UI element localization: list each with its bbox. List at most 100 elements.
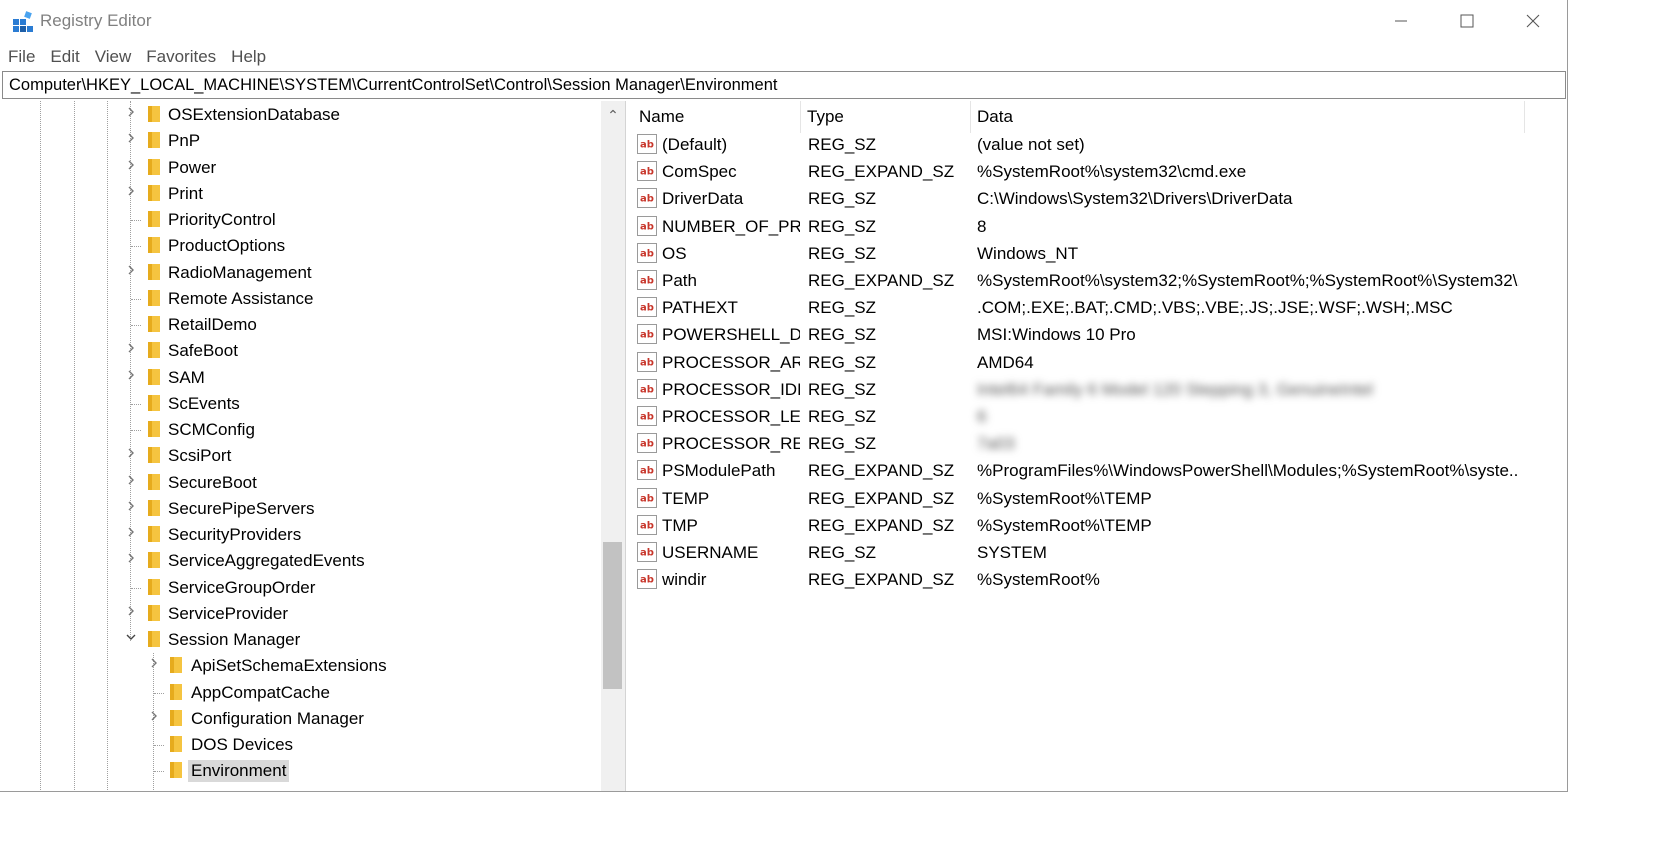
tree-item[interactable]: ScsiPort [2,443,600,469]
folder-icon [146,499,161,517]
value-row[interactable]: ab Path REG_EXPAND_SZ %SystemRoot%\system32… [633,267,1566,294]
column-header-type[interactable]: Type [801,101,971,133]
value-type: REG_SZ [808,135,877,154]
value-row[interactable]: ab PROCESSOR_RE... REG_SZ 7a03 [633,430,1566,457]
chevron-down-icon[interactable] [124,631,138,647]
minimize-button[interactable] [1368,0,1434,42]
value-row[interactable]: ab NUMBER_OF_PR... REG_SZ 8 [633,213,1566,240]
address-bar[interactable]: Computer\HKEY_LOCAL_MACHINE\SYSTEM\Curre… [2,71,1566,99]
value-row[interactable]: ab POWERSHELL_DI... REG_SZ MSI:Windows 10 P… [633,321,1566,348]
tree-item[interactable]: Remote Assistance [2,286,600,312]
menu-edit[interactable]: Edit [42,44,86,70]
tree-item[interactable]: SecurityProviders [2,522,600,548]
folder-icon [168,735,183,753]
chevron-right-icon[interactable] [124,159,138,175]
chevron-right-icon[interactable] [147,657,161,673]
chevron-right-icon[interactable] [124,447,138,463]
chevron-right-icon[interactable] [124,474,138,490]
chevron-right-icon[interactable] [124,106,138,122]
folder-icon [146,184,161,202]
column-header-name[interactable]: Name [633,101,801,133]
tree-item-label: Print [168,183,203,203]
tree-vertical-scrollbar[interactable]: ⌃ [601,101,625,791]
chevron-right-icon[interactable] [124,132,138,148]
chevron-right-icon[interactable] [124,552,138,568]
value-row[interactable]: ab ComSpec REG_EXPAND_SZ %SystemRoot%\syste… [633,158,1566,185]
value-row[interactable]: ab OS REG_SZ Windows_NT [633,240,1566,267]
tree-item[interactable]: SafeBoot [2,338,600,364]
chevron-right-icon[interactable] [147,710,161,726]
menu-help[interactable]: Help [223,44,273,70]
value-row[interactable]: ab PATHEXT REG_SZ .COM;.EXE;.BAT;.CMD;.VBS;… [633,294,1566,321]
tree-item[interactable]: ScEvents [2,391,600,417]
window-title: Registry Editor [40,11,152,30]
chevron-right-icon[interactable] [124,342,138,358]
tree-item[interactable]: ServiceProvider [2,601,600,627]
tree-item[interactable]: OSExtensionDatabase [2,102,600,128]
chevron-right-icon[interactable] [124,605,138,621]
tree-item[interactable]: Print [2,181,600,207]
folder-icon [146,551,161,569]
maximize-button[interactable] [1434,0,1500,42]
menu-favorites[interactable]: Favorites [138,44,223,70]
value-row[interactable]: ab PROCESSOR_LEV... REG_SZ 6 [633,403,1566,430]
value-name: PSModulePath [662,461,776,481]
string-value-icon: ab [637,406,657,426]
chevron-right-icon[interactable] [124,264,138,280]
tree-item[interactable]: SAM [2,365,600,391]
chevron-right-icon[interactable] [124,500,138,516]
tree-item-label: ScEvents [168,393,240,413]
tree-item[interactable]: AppCompatCache [2,680,600,706]
string-value-icon: ab [637,433,657,454]
value-data: %SystemRoot% [977,570,1100,590]
tree-item-label: SecurePipeServers [168,498,315,518]
tree-item[interactable]: Environment [2,758,600,784]
value-row[interactable]: ab PROCESSOR_AR... REG_SZ AMD64 [633,349,1566,376]
tree-item[interactable]: DOS Devices [2,732,600,758]
chevron-right-icon[interactable] [124,185,138,201]
value-row[interactable]: ab USERNAME REG_SZ SYSTEM [633,539,1566,566]
value-row[interactable]: ab windir REG_EXPAND_SZ %SystemRoot% [633,566,1566,593]
value-row[interactable]: ab DriverData REG_SZ C:\Windows\System32\Dr… [633,185,1566,212]
close-button[interactable] [1500,0,1566,42]
value-row[interactable]: ab (Default) REG_SZ (value not set) [633,131,1566,158]
tree-item[interactable]: SecurePipeServers [2,496,600,522]
tree-item-label: RetailDemo [168,315,257,334]
menu-view[interactable]: View [87,44,139,70]
menu-file[interactable]: File [0,44,42,70]
value-data: Intel64 Family 6 Model 120 Stepping 3, G… [977,379,1373,399]
tree-item[interactable]: PnP [2,128,600,154]
value-name: PROCESSOR_RE... [662,434,800,454]
tree-item[interactable]: Power [2,155,600,181]
value-type: REG_EXPAND_SZ [808,488,955,508]
chevron-right-icon[interactable] [124,369,138,385]
tree-item-label: ScsiPort [168,446,232,466]
string-value-icon: ab [637,542,657,562]
tree-item[interactable]: SecureBoot [2,470,600,496]
svg-text:ab: ab [640,575,654,586]
scrollbar-thumb[interactable] [603,542,622,689]
tree-item-label: AppCompatCache [191,682,330,702]
tree-item[interactable]: RadioManagement [2,260,600,286]
tree-item[interactable]: SCMConfig [2,417,600,443]
title-bar[interactable]: Registry Editor [0,0,1567,42]
tree-item-label: PnP [168,131,201,151]
value-row[interactable]: ab PROCESSOR_IDE... REG_SZ Intel64 Family 6… [633,376,1566,403]
tree-item[interactable]: ServiceGroupOrder [2,575,600,601]
tree-item[interactable]: ProductOptions [2,233,600,259]
column-header-data[interactable]: Data [971,101,1525,133]
tree-item[interactable]: PriorityControl [2,207,600,233]
scroll-up-icon[interactable]: ⌃ [601,103,625,127]
value-row[interactable]: ab TEMP REG_EXPAND_SZ %SystemRoot%\TEMP [633,485,1566,512]
value-row[interactable]: ab TMP REG_EXPAND_SZ %SystemRoot%\TEMP [633,512,1566,539]
tree-item[interactable]: RetailDemo [2,312,600,338]
tree-item[interactable]: Session Manager [2,627,600,653]
folder-icon [146,473,161,491]
value-row[interactable]: ab PSModulePath REG_EXPAND_SZ %ProgramFiles… [633,457,1566,484]
tree-connector [154,692,164,694]
tree-item[interactable]: ServiceAggregatedEvents [2,548,600,574]
value-data: 6 [977,407,987,426]
tree-item[interactable]: Configuration Manager [2,706,600,732]
chevron-right-icon[interactable] [124,526,138,542]
tree-item[interactable]: ApiSetSchemaExtensions [2,653,600,679]
